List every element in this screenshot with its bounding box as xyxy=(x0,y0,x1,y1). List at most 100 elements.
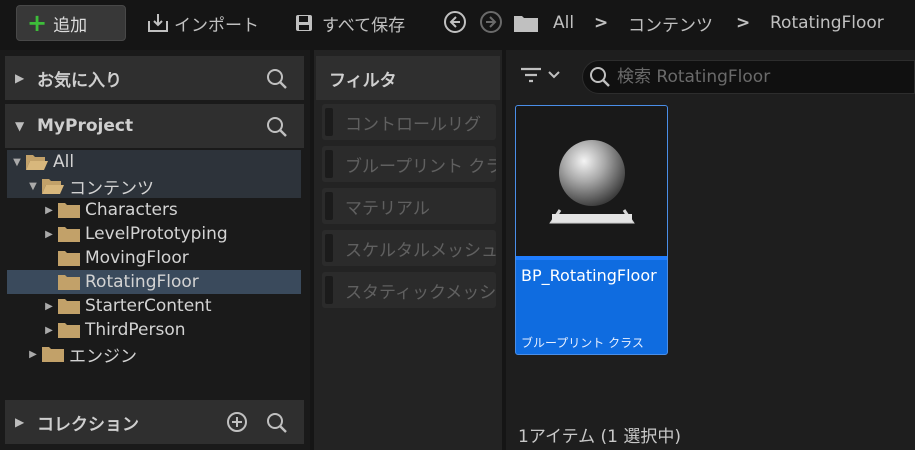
project-label: MyProject xyxy=(37,116,134,136)
filter-item-blueprint-class[interactable]: ブループリント クラス xyxy=(322,146,496,182)
project-header[interactable]: ▼ MyProject xyxy=(5,104,304,148)
tree-item-startercontent[interactable]: ▶ StarterContent xyxy=(7,294,301,318)
collapse-arrow-icon[interactable]: ▼ xyxy=(11,157,23,168)
plus-icon: + xyxy=(27,9,48,37)
expand-arrow-icon[interactable]: ▶ xyxy=(43,229,55,240)
folder-tree: ▼ All ▼ コンテンツ ▶ Characters ▶ LevelProtot… xyxy=(5,148,304,398)
sources-panel: ▶ お気に入り ▼ MyProject ▼ All ▼ コンテンツ ▶ Char… xyxy=(0,50,310,450)
search-icon[interactable] xyxy=(266,412,288,434)
folder-icon xyxy=(58,203,80,218)
filter-panel: フィルタ コントロールリグ ブループリント クラス マテリアル スケルタルメッシ… xyxy=(314,50,502,450)
breadcrumb-all[interactable]: All xyxy=(553,10,574,36)
filter-dropdown-button[interactable] xyxy=(520,66,560,84)
tree-item-label: Characters xyxy=(85,200,178,220)
asset-tile-bp-rotatingfloor[interactable]: BP_RotatingFloor ブループリント クラス xyxy=(515,105,668,355)
filter-checkbox[interactable] xyxy=(325,276,333,304)
filter-checkbox[interactable] xyxy=(325,150,333,178)
asset-name: BP_RotatingFloor xyxy=(521,266,657,285)
filter-item-skeletal-mesh[interactable]: スケルタルメッシュ xyxy=(322,230,496,266)
filter-item-label: スケルタルメッシュ xyxy=(345,240,496,261)
save-all-button-label: すべて保存 xyxy=(322,15,406,36)
tree-item-label: StarterContent xyxy=(85,296,212,316)
filter-title: フィルタ xyxy=(316,56,500,100)
breadcrumb-rotatingfloor[interactable]: RotatingFloor xyxy=(770,10,884,36)
filter-item-static-mesh[interactable]: スタティックメッシュ xyxy=(322,272,496,308)
breadcrumb-content[interactable]: コンテンツ xyxy=(628,10,713,36)
toolbar: + 追加 インポート すべて保存 All > コンテンツ > RotatingF… xyxy=(0,0,915,46)
tree-item-label: エンジン xyxy=(69,346,137,367)
favorites-header[interactable]: ▶ お気に入り xyxy=(5,56,304,100)
filter-item-label: コントロールリグ xyxy=(345,114,481,135)
save-all-button[interactable]: すべて保存 xyxy=(294,10,405,36)
search-icon xyxy=(590,67,610,87)
breadcrumb-folder-icon[interactable] xyxy=(513,11,541,35)
add-button-label: 追加 xyxy=(53,15,88,36)
blueprint-sphere-icon xyxy=(549,140,635,224)
collections-label: コレクション xyxy=(37,414,139,435)
folder-icon xyxy=(58,227,80,242)
search-icon[interactable] xyxy=(266,68,288,90)
folder-icon xyxy=(58,275,80,290)
filter-item-label: ブループリント クラス xyxy=(345,156,496,177)
import-button-label: インポート xyxy=(174,15,259,36)
collections-header[interactable]: ▶ コレクション xyxy=(5,400,304,444)
filter-icon xyxy=(521,67,541,83)
save-icon xyxy=(296,15,312,31)
tree-item-all[interactable]: ▼ All xyxy=(7,150,301,174)
filter-item-label: スタティックメッシュ xyxy=(345,282,496,303)
back-arrow-icon xyxy=(444,11,466,33)
folder-icon xyxy=(58,251,80,266)
tree-item-label: LevelPrototyping xyxy=(85,224,228,244)
collapse-arrow-icon[interactable]: ▼ xyxy=(15,119,27,133)
asset-type: ブループリント クラス xyxy=(521,336,644,350)
item-count-status: 1アイテム (1 選択中) xyxy=(518,427,682,447)
chevron-down-icon xyxy=(548,71,560,79)
add-circle-icon[interactable] xyxy=(226,411,248,433)
import-button[interactable]: インポート xyxy=(146,10,259,36)
filter-checkbox[interactable] xyxy=(325,192,333,220)
filter-item-label: マテリアル xyxy=(345,198,430,219)
add-button[interactable]: + 追加 xyxy=(16,5,126,41)
breadcrumb-separator[interactable]: > xyxy=(594,10,608,36)
expand-arrow-icon[interactable]: ▶ xyxy=(43,301,55,312)
expand-arrow-icon[interactable]: ▶ xyxy=(15,415,27,429)
expand-arrow-icon[interactable]: ▶ xyxy=(43,205,55,216)
asset-search-field[interactable] xyxy=(582,60,915,94)
tree-item-levelprototyping[interactable]: ▶ LevelPrototyping xyxy=(7,222,301,246)
tree-item-characters[interactable]: ▶ Characters xyxy=(7,198,301,222)
filter-checkbox[interactable] xyxy=(325,234,333,262)
forward-arrow-icon xyxy=(480,11,502,33)
folder-open-icon xyxy=(42,179,64,194)
filter-item-control-rig[interactable]: コントロールリグ xyxy=(322,104,496,140)
filter-item-material[interactable]: マテリアル xyxy=(322,188,496,224)
content-area: BP_RotatingFloor ブループリント クラス 1アイテム (1 選択… xyxy=(506,50,915,450)
tree-item-thirdperson[interactable]: ▶ ThirdPerson xyxy=(7,318,301,342)
tree-item-rotatingfloor[interactable]: RotatingFloor xyxy=(7,270,301,294)
tree-item-content[interactable]: ▼ コンテンツ xyxy=(7,174,301,199)
tree-item-label: RotatingFloor xyxy=(85,272,199,292)
import-icon xyxy=(148,14,168,32)
folder-icon xyxy=(42,347,64,362)
tree-item-label: コンテンツ xyxy=(69,178,154,199)
tree-item-label: ThirdPerson xyxy=(85,320,186,340)
asset-thumbnail xyxy=(516,106,667,256)
collapse-arrow-icon[interactable]: ▼ xyxy=(27,181,39,192)
forward-button[interactable] xyxy=(479,10,503,34)
search-input[interactable] xyxy=(617,67,907,87)
folder-icon xyxy=(58,299,80,314)
expand-arrow-icon[interactable]: ▶ xyxy=(43,325,55,336)
breadcrumb-separator[interactable]: > xyxy=(736,10,750,36)
favorites-label: お気に入り xyxy=(37,70,122,91)
tree-item-label: MovingFloor xyxy=(85,248,189,268)
back-button[interactable] xyxy=(443,10,467,34)
folder-icon xyxy=(58,323,80,338)
expand-arrow-icon[interactable]: ▶ xyxy=(15,71,27,85)
tree-item-engine[interactable]: ▶ エンジン xyxy=(7,342,301,367)
tree-item-label: All xyxy=(53,152,75,172)
filter-checkbox[interactable] xyxy=(325,108,333,136)
search-icon[interactable] xyxy=(266,116,288,138)
tree-item-movingfloor[interactable]: MovingFloor xyxy=(7,246,301,270)
folder-icon xyxy=(514,16,538,32)
expand-arrow-icon[interactable]: ▶ xyxy=(27,349,39,360)
folder-open-icon xyxy=(26,155,48,170)
